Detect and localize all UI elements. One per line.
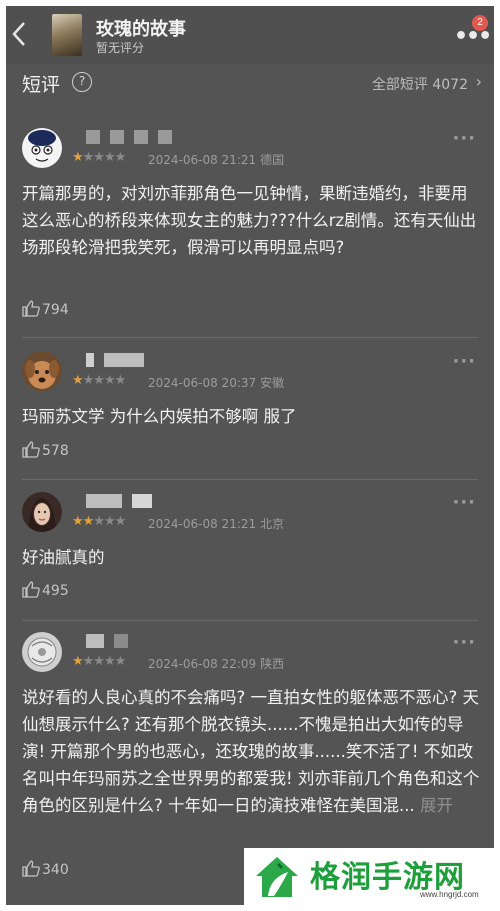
app-frame: 玫瑰的故事 暂无评分 ••• 2 短评 ? 全部短评 4072 › ★★★★★ xyxy=(6,6,494,905)
thumbs-up-icon xyxy=(22,581,40,598)
notification-badge: 2 xyxy=(472,15,488,31)
help-icon[interactable]: ? xyxy=(72,72,92,92)
star-rating: ★★★★★ xyxy=(72,654,126,669)
review-meta: 2024-06-08 21:21 德国 xyxy=(148,151,284,168)
review-date: 2024-06-08 21:21 xyxy=(148,517,257,531)
site-watermark: 格润手游网 www.hngrjd.com xyxy=(244,848,494,905)
like-count: 578 xyxy=(42,443,69,459)
avatar[interactable] xyxy=(22,128,62,168)
review-text: 说好看的人良心真的不会痛吗? 一直拍女性的躯体恶不恶心? 天仙想展示什么? 还有… xyxy=(22,684,480,819)
rating-status: 暂无评分 xyxy=(96,41,145,55)
review-location: 北京 xyxy=(260,517,285,531)
divider xyxy=(22,479,478,480)
review-meta: 2024-06-08 22:09 陕西 xyxy=(148,655,284,672)
more-icon[interactable]: ··· xyxy=(452,492,476,513)
top-bar: 玫瑰的故事 暂无评分 ••• 2 xyxy=(6,6,494,64)
star-rating: ★★★★★ xyxy=(72,150,126,165)
star-rating: ★★★★★ xyxy=(72,373,126,388)
review-text: 好油腻真的 xyxy=(22,548,105,567)
chevron-right-icon[interactable]: › xyxy=(476,72,482,91)
review-location: 安徽 xyxy=(260,376,285,390)
review-meta: 2024-06-08 21:21 北京 xyxy=(148,515,284,532)
back-icon[interactable] xyxy=(10,20,30,48)
watermark-url: www.hngrjd.com xyxy=(420,890,479,899)
review-date: 2024-06-08 21:21 xyxy=(148,153,257,167)
more-icon[interactable]: ··· xyxy=(452,632,476,653)
like-count: 495 xyxy=(42,583,69,599)
expand-link[interactable]: 展开 xyxy=(420,796,453,815)
section-title: 短评 xyxy=(22,74,61,96)
review-card: ★★★★★ 2024-06-08 20:37 安徽 ··· 玛丽苏文学 为什么内娱… xyxy=(6,351,494,481)
review-date: 2024-06-08 22:09 xyxy=(148,657,257,671)
review-location: 德国 xyxy=(260,153,285,167)
avatar[interactable] xyxy=(22,492,62,532)
divider xyxy=(22,337,478,338)
thumbs-up-icon xyxy=(22,441,40,458)
review-meta: 2024-06-08 20:37 安徽 xyxy=(148,374,284,391)
review-card: ★★★★★ 2024-06-08 21:21 德国 ··· 开篇那男的，对刘亦菲那… xyxy=(6,128,494,338)
thumbs-up-icon xyxy=(22,300,40,317)
all-reviews-link[interactable]: 全部短评 4072 xyxy=(372,74,468,94)
review-location: 陕西 xyxy=(260,657,285,671)
section-header: 短评 ? 全部短评 4072 › xyxy=(6,64,494,104)
house-logo-icon xyxy=(252,852,302,902)
avatar[interactable] xyxy=(22,632,62,672)
like-count: 794 xyxy=(42,302,69,318)
review-date: 2024-06-08 20:37 xyxy=(148,376,257,390)
username-blurred xyxy=(86,353,154,369)
thumbs-up-icon xyxy=(22,860,40,877)
like-button[interactable]: 794 xyxy=(22,300,69,320)
like-button[interactable]: 495 xyxy=(22,581,69,601)
more-icon[interactable]: ··· xyxy=(452,351,476,372)
like-button[interactable]: 340 xyxy=(22,860,69,880)
review-text: 玛丽苏文学 为什么内娱拍不够啊 服了 xyxy=(22,407,297,426)
review-text: 开篇那男的，对刘亦菲那角色一见钟情，果断违婚约，非要用这么恶心的桥段来体现女主的… xyxy=(22,184,477,257)
username-blurred xyxy=(86,634,138,650)
username-blurred xyxy=(86,494,162,510)
star-rating: ★★★★★ xyxy=(72,514,126,529)
like-button[interactable]: 578 xyxy=(22,441,69,461)
like-count: 340 xyxy=(42,862,69,878)
page-title: 玫瑰的故事 xyxy=(96,19,186,40)
divider xyxy=(22,620,478,621)
more-icon[interactable]: ··· xyxy=(452,128,476,149)
review-card: ★★★★★ 2024-06-08 21:21 北京 ··· 好油腻真的 495 xyxy=(6,492,494,622)
avatar[interactable] xyxy=(22,351,62,391)
review-text-body: 说好看的人良心真的不会痛吗? 一直拍女性的躯体恶不恶心? 天仙想展示什么? 还有… xyxy=(22,688,480,815)
username-blurred xyxy=(86,130,182,146)
cover-thumbnail[interactable] xyxy=(52,14,82,56)
